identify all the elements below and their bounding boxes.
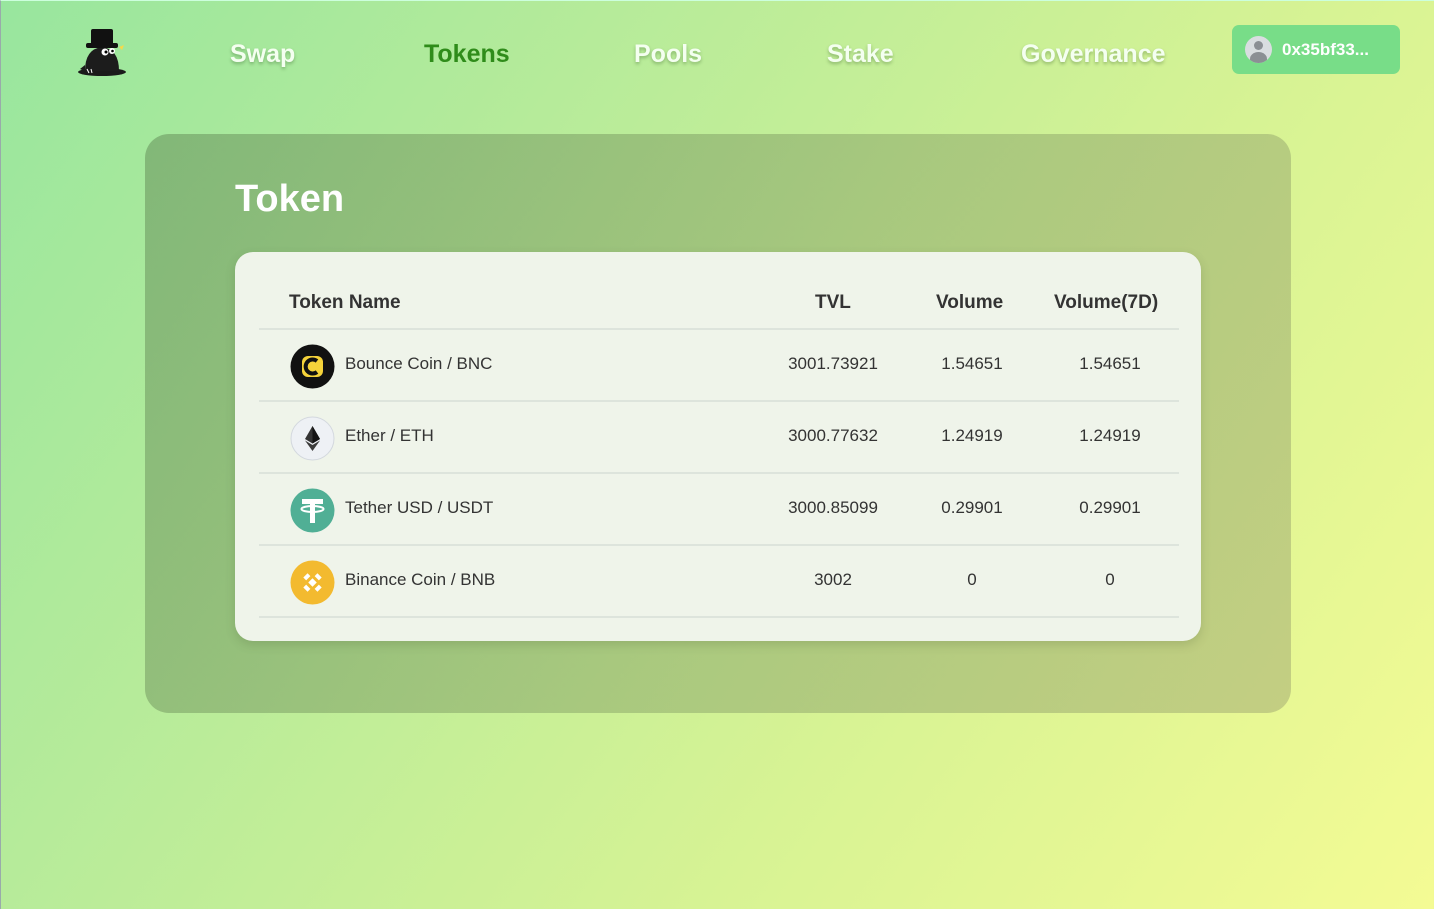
user-avatar-icon	[1245, 36, 1272, 63]
token-name: Tether USD / USDT	[345, 498, 494, 517]
nav-tokens[interactable]: Tokens	[424, 37, 510, 71]
wallet-button[interactable]: 0x35bf33...	[1232, 25, 1400, 74]
bounce-coin-icon	[290, 344, 335, 389]
volume-7d-value: 0	[1105, 570, 1115, 589]
table-row[interactable]: Ether / ETH 3000.77632 1.24919 1.24919	[259, 402, 1179, 474]
table-row[interactable]: Bounce Coin / BNC 3001.73921 1.54651 1.5…	[259, 330, 1179, 402]
header-volume[interactable]: Volume	[936, 292, 1003, 314]
nav-pools[interactable]: Pools	[634, 37, 702, 71]
token-panel: Token Token Name TVL Volume Volume(7D) B…	[145, 134, 1291, 713]
header-token-name[interactable]: Token Name	[289, 292, 401, 314]
volume-value: 0	[967, 570, 977, 589]
token-name: Binance Coin / BNB	[345, 570, 496, 589]
volume-7d-value: 0.29901	[1079, 498, 1141, 517]
volume-value: 1.54651	[941, 354, 1003, 373]
volume-value: 0.29901	[941, 498, 1003, 517]
header-volume-7d[interactable]: Volume(7D)	[1054, 292, 1158, 314]
tvl-value: 3002	[814, 570, 852, 589]
token-table: Token Name TVL Volume Volume(7D) Bounce …	[235, 252, 1201, 641]
header-tvl[interactable]: TVL	[815, 292, 851, 314]
binance-icon	[290, 560, 335, 605]
mole-hat-logo[interactable]	[75, 25, 129, 77]
tvl-value: 3000.85099	[788, 498, 878, 517]
tvl-value: 3000.77632	[788, 426, 878, 445]
page-title: Token	[235, 178, 345, 220]
volume-value: 1.24919	[941, 426, 1003, 445]
token-name: Bounce Coin / BNC	[345, 354, 493, 373]
token-name: Ether / ETH	[345, 426, 434, 445]
tether-icon	[290, 488, 335, 533]
nav-stake[interactable]: Stake	[827, 37, 894, 71]
table-row[interactable]: Tether USD / USDT 3000.85099 0.29901 0.2…	[259, 474, 1179, 546]
ethereum-icon	[290, 416, 335, 461]
tvl-value: 3001.73921	[788, 354, 878, 373]
table-row[interactable]: Binance Coin / BNB 3002 0 0	[259, 546, 1179, 618]
volume-7d-value: 1.54651	[1079, 354, 1141, 373]
top-navigation: Swap Tokens Pools Stake Governance 0x35b…	[1, 1, 1434, 101]
table-header: Token Name TVL Volume Volume(7D)	[259, 276, 1179, 330]
nav-governance[interactable]: Governance	[1021, 37, 1166, 71]
wallet-address: 0x35bf33...	[1282, 39, 1369, 59]
volume-7d-value: 1.24919	[1079, 426, 1141, 445]
nav-swap[interactable]: Swap	[230, 37, 295, 71]
